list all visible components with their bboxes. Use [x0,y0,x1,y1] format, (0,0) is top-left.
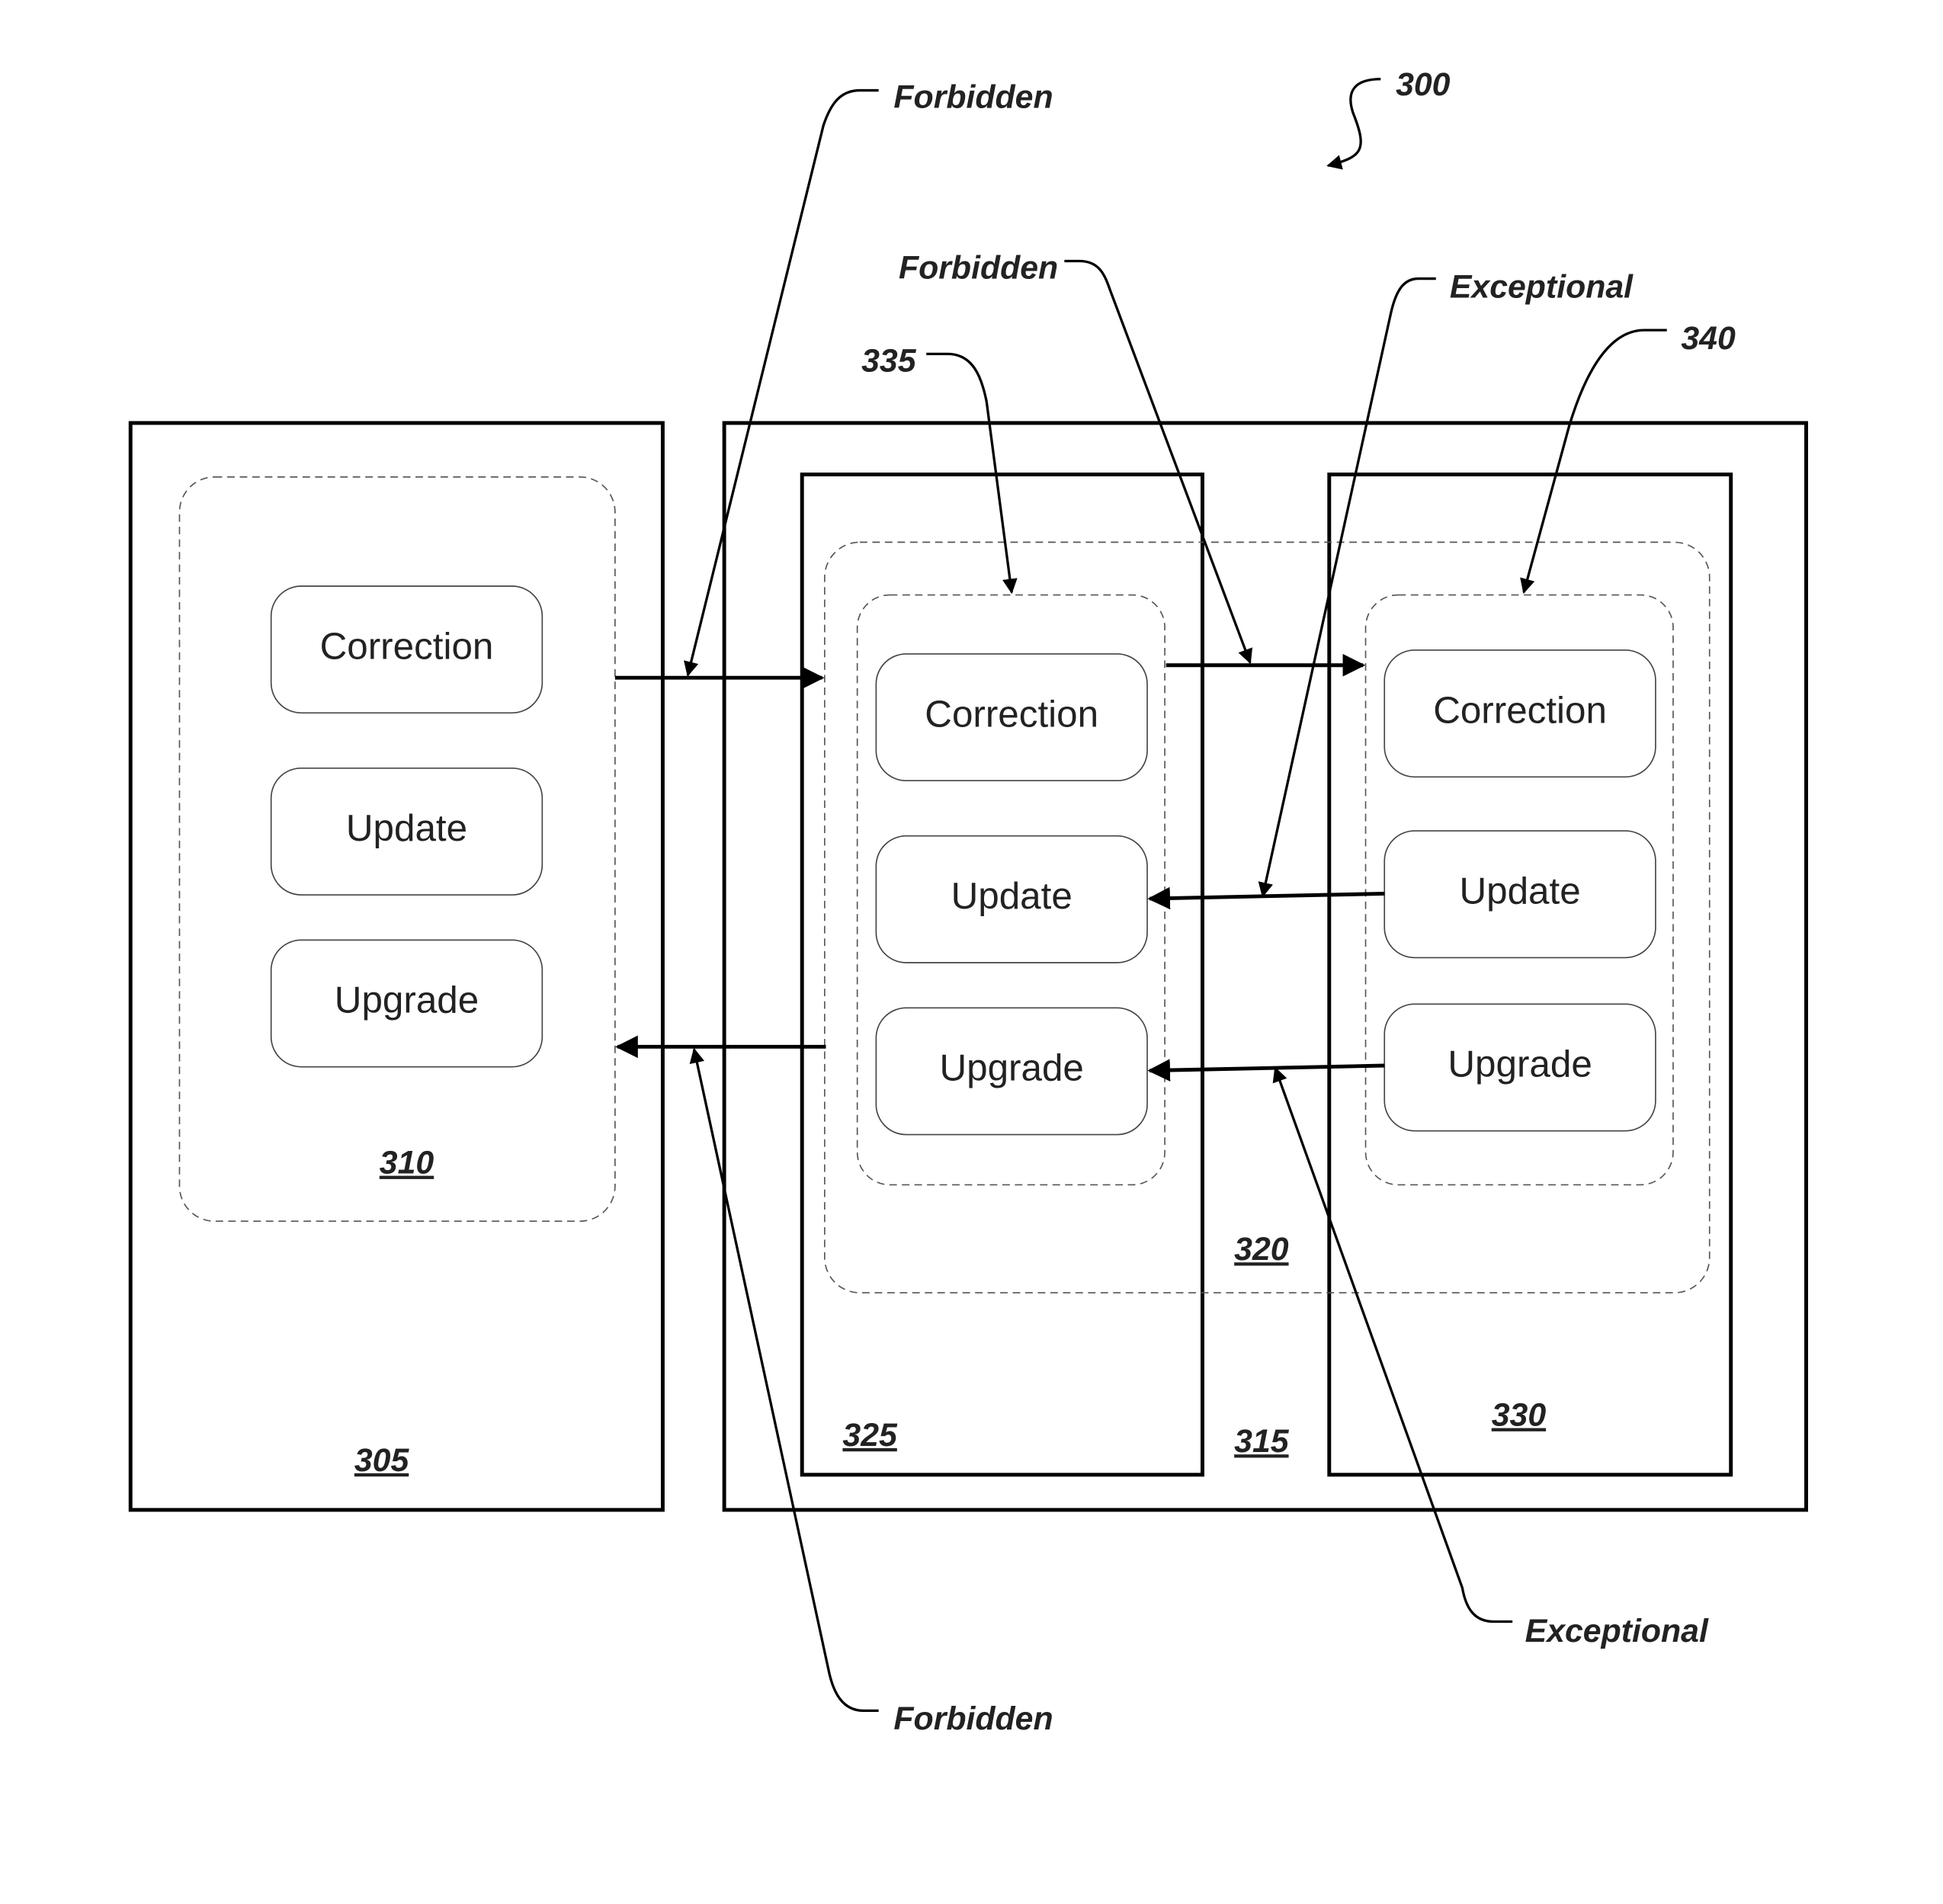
middle-node-upgrade[interactable]: Upgrade [875,1007,1148,1136]
left-node-update[interactable]: Update [270,767,543,896]
diagram-canvas: 300 305 310 Correction Update Upgrade 31… [128,66,1808,1737]
container-315 [722,421,1808,1512]
callout-exceptional-top-arrow [1258,277,1436,898]
ref-330: 330 [1492,1397,1547,1434]
middle-node-update[interactable]: Update [875,835,1148,963]
right-node-correction[interactable]: Correction [1384,649,1656,778]
svg-text:Upgrade: Upgrade [1448,1043,1592,1085]
figure-ref-label: 300 [1396,66,1451,103]
right-node-upgrade[interactable]: Upgrade [1384,1003,1656,1132]
callout-forbidden-top-arrow [684,88,879,677]
callout-335: 335 [861,342,1018,595]
arrow-update-right-to-middle [1147,886,1385,910]
ref-320: 320 [1234,1231,1289,1268]
callout-forbidden-bottom-arrow [689,1047,879,1713]
svg-text:Upgrade: Upgrade [939,1047,1083,1089]
callout-340-arrow [1520,329,1667,595]
svg-text:Update: Update [1459,870,1580,912]
ref-325: 325 [842,1417,898,1454]
svg-text:Correction: Correction [320,625,494,667]
middle-node-correction[interactable]: Correction [875,653,1148,782]
container-325 [800,472,1204,1477]
callout-340-label: 340 [1681,320,1736,357]
left-node-correction[interactable]: Correction [270,585,543,714]
svg-text:Update: Update [346,807,467,849]
callout-335-label: 335 [861,342,917,379]
callout-forbidden-mid: Forbidden [899,250,1253,665]
container-330 [1327,472,1733,1477]
callout-exceptional-bottom: Exceptional [1272,1066,1709,1649]
callout-exceptional-bottom-label: Exceptional [1525,1613,1709,1649]
callout-forbidden-top-label: Forbidden [893,79,1053,116]
callout-exceptional-bottom-arrow [1272,1066,1513,1624]
callout-forbidden-mid-arrow [1064,259,1253,665]
left-node-upgrade[interactable]: Upgrade [270,939,543,1068]
svg-text:Update: Update [951,875,1072,917]
ref-315: 315 [1234,1423,1290,1460]
figure-ref-arrow [1326,78,1381,170]
arrow-upgrade-right-to-middle [1147,1059,1385,1082]
svg-text:Correction: Correction [925,693,1098,735]
callout-forbidden-bottom: Forbidden [689,1047,1053,1737]
callout-forbidden-mid-label: Forbidden [899,250,1058,287]
right-node-update[interactable]: Update [1384,830,1656,959]
callout-forbidden-bottom-label: Forbidden [893,1700,1053,1737]
svg-text:Upgrade: Upgrade [335,979,479,1021]
ref-310: 310 [380,1145,434,1181]
callout-340: 340 [1520,320,1736,595]
callout-exceptional-top-label: Exceptional [1450,268,1634,305]
callout-exceptional-top: Exceptional [1258,268,1634,898]
ref-305: 305 [354,1442,410,1479]
figure-ref-300: 300 [1326,66,1451,170]
svg-text:Correction: Correction [1433,689,1607,731]
